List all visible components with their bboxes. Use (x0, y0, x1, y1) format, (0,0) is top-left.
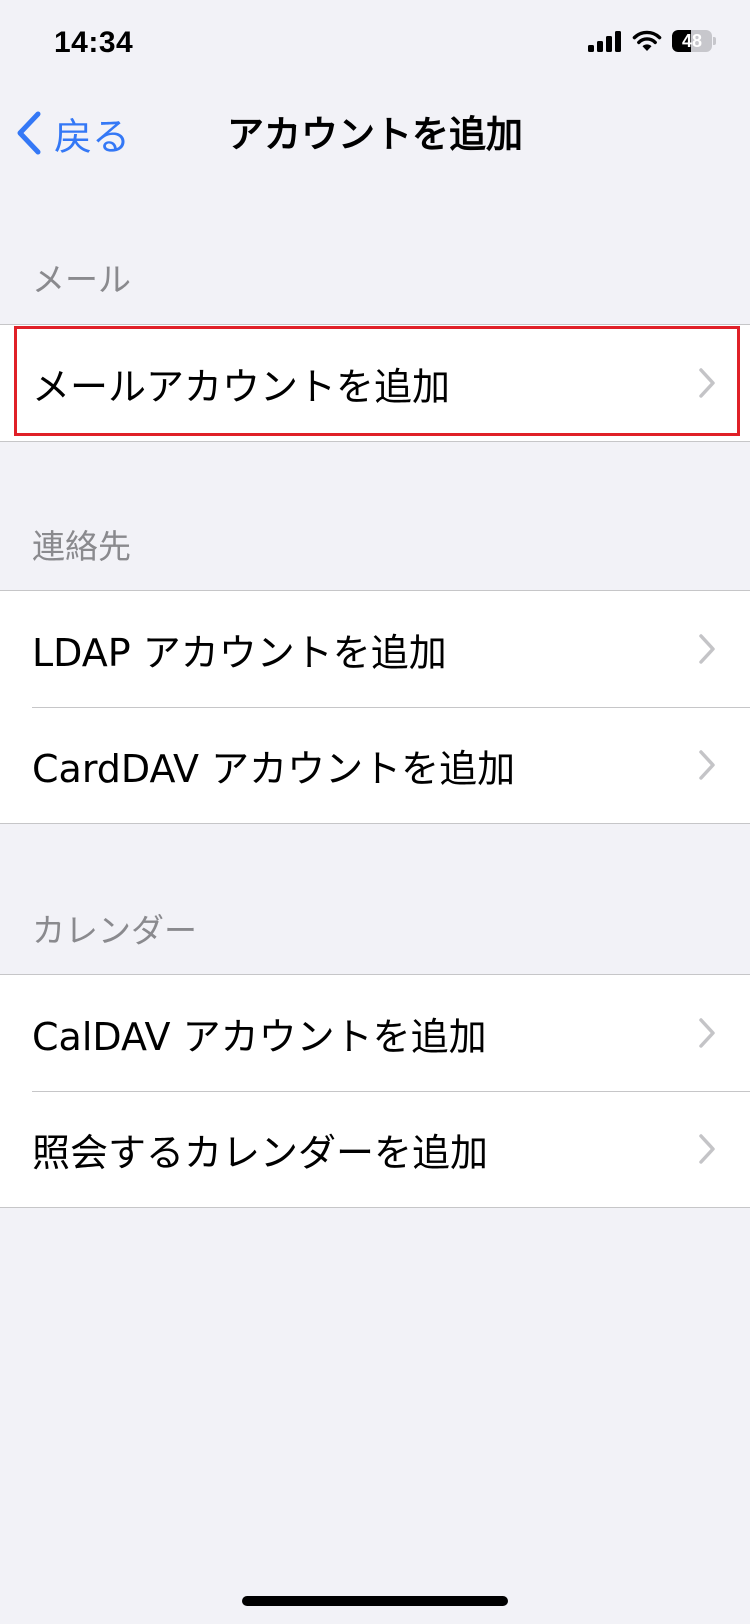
group-mail: メールアカウントを追加 (0, 324, 750, 442)
add-mail-account-row[interactable]: メールアカウントを追加 (0, 325, 750, 441)
section-header-mail: メール (32, 260, 131, 299)
signal-icon (588, 31, 621, 52)
navigation-bar: 戻る アカウントを追加 (0, 92, 750, 180)
page-title: アカウントを追加 (227, 113, 523, 156)
home-indicator[interactable] (242, 1596, 508, 1606)
group-calendar: CalDAV アカウントを追加 照会するカレンダーを追加 (0, 974, 750, 1208)
section-header-calendar: カレンダー (32, 911, 197, 950)
section-header-contacts: 連絡先 (32, 527, 131, 566)
add-carddav-account-row[interactable]: CardDAV アカウントを追加 (0, 707, 750, 823)
row-label: CalDAV アカウントを追加 (32, 1014, 487, 1059)
status-time: 14:34 (54, 26, 134, 59)
row-label: CardDAV アカウントを追加 (32, 746, 516, 791)
chevron-right-icon (699, 1134, 715, 1164)
status-icons: 48 (588, 30, 716, 52)
add-caldav-account-row[interactable]: CalDAV アカウントを追加 (0, 975, 750, 1091)
chevron-right-icon (699, 368, 715, 398)
battery-icon: 48 (672, 30, 716, 52)
row-label: 照会するカレンダーを追加 (32, 1130, 489, 1175)
chevron-right-icon (699, 750, 715, 780)
group-contacts: LDAP アカウントを追加 CardDAV アカウントを追加 (0, 590, 750, 824)
row-label: LDAP アカウントを追加 (32, 630, 447, 675)
wifi-icon (632, 30, 662, 51)
battery-level: 48 (681, 30, 703, 51)
row-label: メールアカウントを追加 (32, 364, 451, 409)
add-subscribed-calendar-row[interactable]: 照会するカレンダーを追加 (0, 1091, 750, 1207)
chevron-right-icon (699, 634, 715, 664)
chevron-right-icon (699, 1018, 715, 1048)
status-bar: 14:34 48 (0, 0, 750, 92)
add-ldap-account-row[interactable]: LDAP アカウントを追加 (0, 591, 750, 707)
